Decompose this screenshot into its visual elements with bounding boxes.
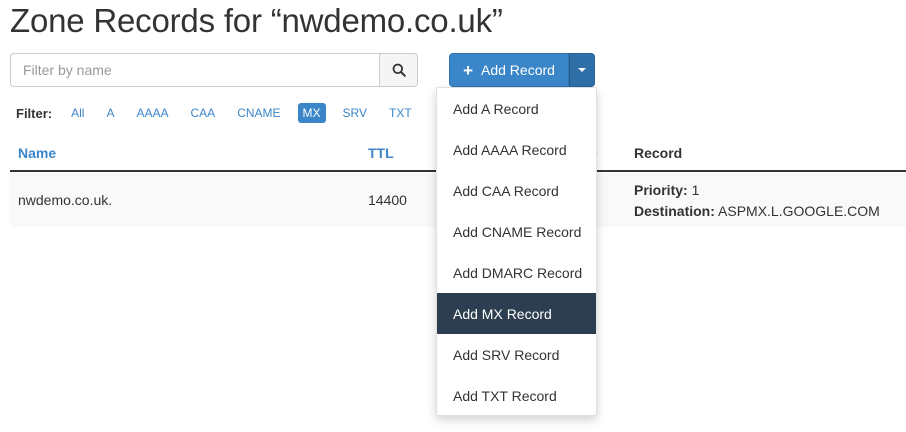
filter-mx[interactable]: MX <box>297 103 326 123</box>
destination-value: ASPMX.L.GOOGLE.COM <box>718 203 880 219</box>
column-header-ttl[interactable]: TTL <box>368 145 394 161</box>
caret-down-icon <box>578 68 586 72</box>
menu-item-add-a[interactable]: Add A Record <box>437 88 596 129</box>
record-destination: Destination: ASPMX.L.GOOGLE.COM <box>634 203 880 219</box>
add-record-dropdown-toggle[interactable] <box>569 53 595 87</box>
menu-item-add-mx[interactable]: Add MX Record <box>437 293 596 334</box>
filter-bar: Filter: All A AAAA CAA CNAME MX SRV TXT <box>16 102 429 124</box>
column-header-record: Record <box>634 145 683 161</box>
priority-value: 1 <box>691 182 700 198</box>
add-record-button[interactable]: + Add Record <box>449 53 569 87</box>
record-ttl: 14400 <box>368 192 407 208</box>
add-record-menu: Add A Record Add AAAA Record Add CAA Rec… <box>436 87 597 416</box>
destination-label: Destination: <box>634 203 715 219</box>
record-priority: Priority: 1 <box>634 182 699 198</box>
add-record-group: + Add Record <box>449 53 595 87</box>
record-name: nwdemo.co.uk. <box>18 192 113 208</box>
menu-item-add-srv[interactable]: Add SRV Record <box>437 334 596 375</box>
search-group <box>10 53 418 87</box>
filter-cname[interactable]: CNAME <box>232 103 285 123</box>
search-icon <box>392 63 406 77</box>
menu-item-add-aaaa[interactable]: Add AAAA Record <box>437 129 596 170</box>
add-record-label: Add Record <box>481 62 555 78</box>
search-input[interactable] <box>10 53 379 87</box>
filter-label: Filter: <box>16 105 53 121</box>
search-button[interactable] <box>379 53 418 87</box>
filter-caa[interactable]: CAA <box>186 103 221 123</box>
menu-item-add-dmarc[interactable]: Add DMARC Record <box>437 252 596 293</box>
menu-item-add-txt[interactable]: Add TXT Record <box>437 375 596 416</box>
column-header-name[interactable]: Name <box>18 145 56 161</box>
filter-aaaa[interactable]: AAAA <box>131 103 173 123</box>
filter-all[interactable]: All <box>66 103 89 123</box>
filter-txt[interactable]: TXT <box>384 103 417 123</box>
menu-item-add-cname[interactable]: Add CNAME Record <box>437 211 596 252</box>
plus-icon: + <box>463 60 473 80</box>
filter-srv[interactable]: SRV <box>338 103 372 123</box>
priority-label: Priority: <box>634 182 688 198</box>
filter-a[interactable]: A <box>101 103 119 123</box>
menu-item-add-caa[interactable]: Add CAA Record <box>437 170 596 211</box>
page-title: Zone Records for “nwdemo.co.uk” <box>10 2 503 39</box>
